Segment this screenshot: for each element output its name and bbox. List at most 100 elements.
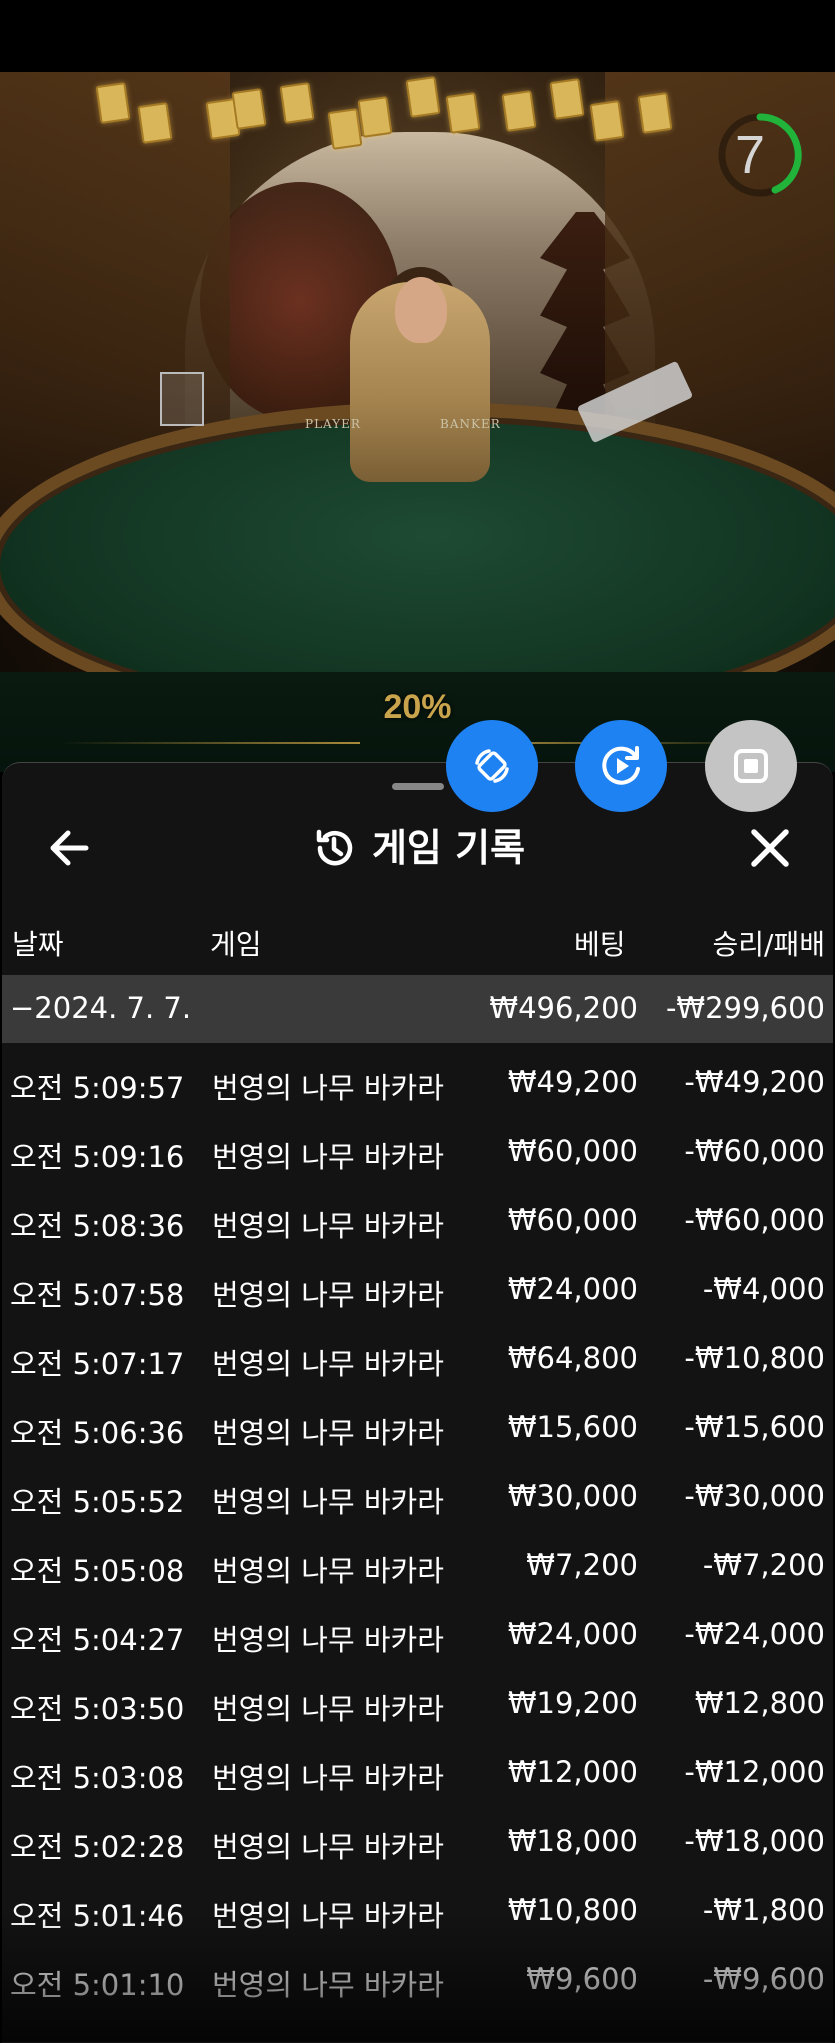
card-decoration xyxy=(357,96,393,138)
history-row[interactable]: 오전 5:01:10 번영의 나무 바카라 ₩9,600 -₩9,600 xyxy=(2,1946,833,2015)
row-game: 번영의 나무 바카라 xyxy=(212,1347,444,1381)
day-bet-total: ₩496,200 xyxy=(489,991,638,1025)
history-row[interactable]: 오전 5:04:27 번영의 나무 바카라 ₩24,000 -₩24,000 xyxy=(2,1601,833,1670)
row-time: 오전 5:09:16 xyxy=(10,1140,185,1174)
card-decoration xyxy=(637,92,673,134)
card-decoration xyxy=(589,100,625,142)
row-bet: ₩9,600 xyxy=(526,1962,638,1996)
row-game: 번영의 나무 바카라 xyxy=(212,1278,444,1312)
row-bet: ₩7,200 xyxy=(526,1548,638,1582)
dealer-face xyxy=(395,277,447,343)
row-time: 오전 5:09:57 xyxy=(10,1071,185,1105)
row-game: 번영의 나무 바카라 xyxy=(212,1692,444,1726)
card-decoration xyxy=(445,92,481,134)
history-row[interactable]: 오전 5:07:58 번영의 나무 바카라 ₩24,000 -₩4,000 xyxy=(2,1256,833,1325)
table-player-label: PLAYER xyxy=(305,417,361,431)
row-bet: ₩19,200 xyxy=(507,1686,638,1720)
card-decoration xyxy=(231,88,267,130)
card-decoration xyxy=(279,82,315,124)
row-time: 오전 5:07:58 xyxy=(10,1278,185,1312)
row-game: 번영의 나무 바카라 xyxy=(212,1071,444,1105)
promo-divider-left xyxy=(60,742,360,744)
day-summary-row[interactable]: −2024. 7. 7. ₩496,200 -₩299,600 xyxy=(2,975,833,1043)
row-time: 오전 5:04:27 xyxy=(10,1623,185,1657)
row-bet: ₩15,600 xyxy=(507,1410,638,1444)
history-row[interactable]: 오전 5:07:17 번영의 나무 바카라 ₩64,800 -₩10,800 xyxy=(2,1325,833,1394)
row-game: 번영의 나무 바카라 xyxy=(212,1209,444,1243)
table-header: 날짜 게임 베팅 승리/패배 xyxy=(2,911,833,971)
row-bet: ₩64,800 xyxy=(507,1341,638,1375)
row-result: -₩24,000 xyxy=(684,1617,825,1651)
panel-header: 게임 기록 xyxy=(2,808,833,888)
column-game: 게임 xyxy=(210,928,262,961)
live-video-stream: PLAYER BANKER xyxy=(0,72,835,772)
row-result: -₩60,000 xyxy=(684,1203,825,1237)
row-game: 번영의 나무 바카라 xyxy=(212,1623,444,1657)
day-date: −2024. 7. 7. xyxy=(10,991,192,1025)
card-decoration xyxy=(549,78,585,120)
row-result: -₩10,800 xyxy=(684,1341,825,1375)
stop-icon xyxy=(734,749,768,783)
row-result: -₩1,800 xyxy=(702,1893,825,1927)
history-row[interactable]: 오전 5:08:36 번영의 나무 바카라 ₩60,000 -₩60,000 xyxy=(2,1187,833,1256)
page-title: 게임 기록 xyxy=(371,826,526,870)
status-bar xyxy=(0,0,835,72)
row-bet: ₩10,800 xyxy=(507,1893,638,1927)
row-time: 오전 5:03:50 xyxy=(10,1692,185,1726)
rotate-icon xyxy=(475,749,509,783)
row-game: 번영의 나무 바카라 xyxy=(212,1899,444,1933)
row-game: 번영의 나무 바카라 xyxy=(212,1830,444,1864)
history-icon xyxy=(316,829,353,866)
history-row[interactable]: 오전 5:03:50 번영의 나무 바카라 ₩19,200 ₩12,800 xyxy=(2,1670,833,1739)
column-result: 승리/패배 xyxy=(712,928,825,961)
drag-handle[interactable] xyxy=(392,783,444,790)
stop-button[interactable] xyxy=(705,720,797,812)
history-row[interactable]: 오전 5:02:28 번영의 나무 바카라 ₩18,000 -₩18,000 xyxy=(2,1808,833,1877)
history-row[interactable]: 오전 5:05:52 번영의 나무 바카라 ₩30,000 -₩30,000 xyxy=(2,1463,833,1532)
replay-icon xyxy=(602,746,640,785)
row-bet: ₩18,000 xyxy=(507,1824,638,1858)
history-row[interactable]: 오전 5:03:08 번영의 나무 바카라 ₩12,000 -₩12,000 xyxy=(2,1739,833,1808)
row-time: 오전 5:05:52 xyxy=(10,1485,185,1519)
history-row[interactable]: 오전 5:09:16 번영의 나무 바카라 ₩60,000 -₩60,000 xyxy=(2,1118,833,1187)
row-result: -₩9,600 xyxy=(702,1962,825,1996)
column-date: 날짜 xyxy=(12,928,64,961)
card-decoration xyxy=(137,102,173,144)
row-time: 오전 5:07:17 xyxy=(10,1347,185,1381)
history-row[interactable]: 오전 5:09:57 번영의 나무 바카라 ₩49,200 -₩49,200 xyxy=(2,1049,833,1118)
promo-percent: 20% xyxy=(383,688,452,726)
close-button[interactable] xyxy=(740,818,800,878)
row-bet: ₩49,200 xyxy=(507,1065,638,1099)
row-time: 오전 5:02:28 xyxy=(10,1830,185,1864)
history-row[interactable]: 오전 5:05:08 번영의 나무 바카라 ₩7,200 -₩7,200 xyxy=(2,1532,833,1601)
row-bet: ₩30,000 xyxy=(507,1479,638,1513)
row-result: -₩49,200 xyxy=(684,1065,825,1099)
history-row[interactable]: 오전 5:01:46 번영의 나무 바카라 ₩10,800 -₩1,800 xyxy=(2,1877,833,1946)
row-game: 번영의 나무 바카라 xyxy=(212,1140,444,1174)
history-row[interactable]: 오전 5:06:36 번영의 나무 바카라 ₩15,600 -₩15,600 xyxy=(2,1394,833,1463)
row-bet: ₩24,000 xyxy=(507,1617,638,1651)
row-result: -₩12,000 xyxy=(684,1755,825,1789)
row-game: 번영의 나무 바카라 xyxy=(212,1416,444,1450)
close-icon xyxy=(751,829,789,867)
row-result: -₩60,000 xyxy=(684,1134,825,1168)
row-bet: ₩12,000 xyxy=(507,1755,638,1789)
row-result: -₩30,000 xyxy=(684,1479,825,1513)
row-time: 오전 5:05:08 xyxy=(10,1554,185,1588)
card-decoration xyxy=(327,108,363,150)
replay-button[interactable] xyxy=(575,720,667,812)
row-result: -₩7,200 xyxy=(702,1548,825,1582)
row-bet: ₩60,000 xyxy=(507,1134,638,1168)
row-game: 번영의 나무 바카라 xyxy=(212,1485,444,1519)
row-result: -₩4,000 xyxy=(702,1272,825,1306)
table-banker-label: BANKER xyxy=(440,417,501,431)
discard-tray xyxy=(160,372,204,426)
row-result: -₩18,000 xyxy=(684,1824,825,1858)
row-time: 오전 5:03:08 xyxy=(10,1761,185,1795)
card-decoration xyxy=(95,82,131,124)
card-decoration xyxy=(501,90,537,132)
row-game: 번영의 나무 바카라 xyxy=(212,1968,444,2002)
row-time: 오전 5:06:36 xyxy=(10,1416,185,1450)
rotate-button[interactable] xyxy=(446,720,538,812)
row-time: 오전 5:08:36 xyxy=(10,1209,185,1243)
